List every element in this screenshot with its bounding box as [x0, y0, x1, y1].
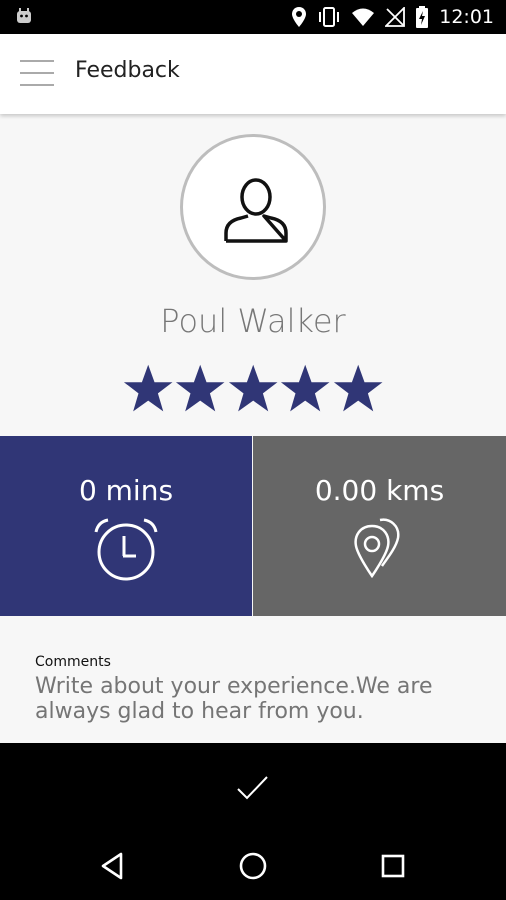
submit-bar — [0, 743, 506, 832]
status-bar: 12:01 — [0, 0, 506, 34]
person-icon — [224, 178, 288, 243]
app-bar: Feedback — [0, 34, 506, 114]
driver-name: Poul Walker — [160, 302, 346, 340]
trip-distance-box: 0.00 kms — [253, 436, 506, 616]
trip-distance-value: 0.00 kms — [314, 474, 445, 507]
recents-square-icon[interactable] — [377, 850, 409, 882]
navigation-bar — [0, 832, 506, 900]
comments-label: Comments — [35, 654, 111, 670]
battery-charging-icon — [416, 6, 429, 28]
star-icon[interactable] — [332, 362, 384, 416]
rating-stars[interactable] — [122, 362, 384, 416]
map-pins-icon — [353, 518, 399, 579]
star-icon[interactable] — [174, 362, 226, 416]
trip-time-box: 0 mins — [0, 436, 252, 616]
location-icon — [292, 7, 307, 27]
android-icon — [17, 8, 31, 23]
status-time: 12:01 — [439, 6, 494, 28]
checkmark-icon[interactable] — [223, 765, 283, 811]
comments-input[interactable] — [35, 674, 475, 724]
back-triangle-icon[interactable] — [97, 850, 129, 882]
home-circle-icon[interactable] — [237, 850, 269, 882]
star-icon[interactable] — [122, 362, 174, 416]
star-icon[interactable] — [279, 362, 331, 416]
comments-section: Comments — [0, 616, 506, 743]
wifi-icon — [352, 8, 375, 26]
star-icon[interactable] — [227, 362, 279, 416]
alarm-clock-icon — [94, 518, 158, 581]
avatar[interactable] — [180, 134, 326, 280]
page-title: Feedback — [75, 58, 180, 83]
hamburger-menu-icon[interactable] — [20, 60, 54, 88]
no-signal-icon — [385, 7, 406, 27]
vibrate-icon — [319, 7, 340, 27]
trip-time-value: 0 mins — [78, 474, 174, 507]
